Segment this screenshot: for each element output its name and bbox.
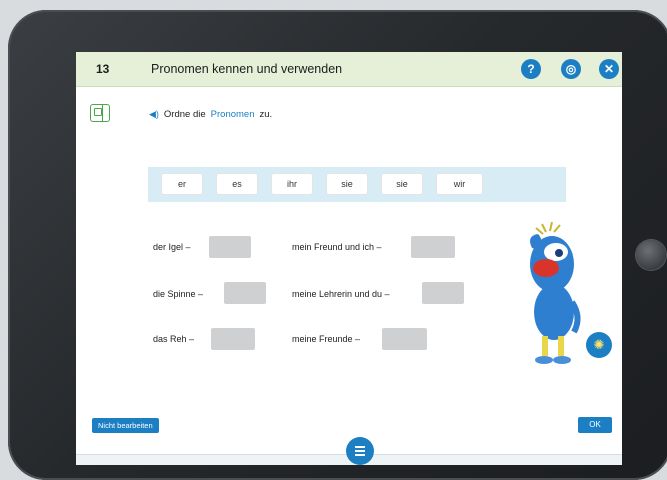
instruction: ◀) Ordne die Pronomen zu. xyxy=(149,109,272,120)
sentence-label: mein Freund und ich – xyxy=(292,242,382,252)
lesson-number: 13 xyxy=(96,62,110,76)
sentence-label: der Igel – xyxy=(153,242,191,252)
sentence-label: die Spinne – xyxy=(153,289,204,299)
monster-mascot-image xyxy=(530,222,581,364)
speaker-icon[interactable]: ◀) xyxy=(149,109,159,120)
sentence-label: meine Lehrerin und du – xyxy=(292,289,390,299)
book-icon[interactable] xyxy=(90,104,110,122)
tablet-frame: 13 Pronomen kennen und verwenden ? ◎ ✕ ◀… xyxy=(8,10,667,480)
answer-slot[interactable] xyxy=(411,236,455,258)
answer-slot[interactable] xyxy=(224,282,266,304)
close-icon[interactable]: ✕ xyxy=(599,59,619,79)
answer-slot[interactable] xyxy=(382,328,427,350)
ok-button[interactable]: OK xyxy=(578,417,612,433)
header-bar: 13 Pronomen kennen und verwenden ? ◎ ✕ xyxy=(76,52,622,87)
notes-icon[interactable]: ◎ xyxy=(561,59,581,79)
sentence-label: meine Freunde – xyxy=(292,334,361,344)
instruction-prefix: Ordne die xyxy=(163,109,206,120)
answer-slot[interactable] xyxy=(211,328,255,350)
word-bank: er es ihr sie sie wir xyxy=(148,167,566,202)
answer-slot[interactable] xyxy=(209,236,251,258)
sentence-label: das Reh – xyxy=(153,334,195,344)
word-chip[interactable]: sie xyxy=(382,174,422,194)
lightbulb-icon[interactable]: ✺ xyxy=(586,332,612,358)
lesson-title: Pronomen kennen und verwenden xyxy=(151,62,343,76)
word-chip[interactable]: es xyxy=(217,174,257,194)
word-chip[interactable]: wir xyxy=(437,174,482,194)
app-screen: 13 Pronomen kennen und verwenden ? ◎ ✕ ◀… xyxy=(76,52,622,465)
menu-icon[interactable] xyxy=(346,437,374,465)
instruction-link[interactable]: Pronomen xyxy=(211,109,255,120)
word-chip[interactable]: sie xyxy=(327,174,367,194)
answer-slot[interactable] xyxy=(422,282,464,304)
instruction-suffix: zu. xyxy=(259,109,273,120)
word-chip[interactable]: ihr xyxy=(272,174,312,194)
help-icon[interactable]: ? xyxy=(521,59,541,79)
skip-button[interactable]: Nicht bearbeiten xyxy=(92,418,159,433)
home-button[interactable] xyxy=(636,240,666,270)
word-chip[interactable]: er xyxy=(162,174,202,194)
